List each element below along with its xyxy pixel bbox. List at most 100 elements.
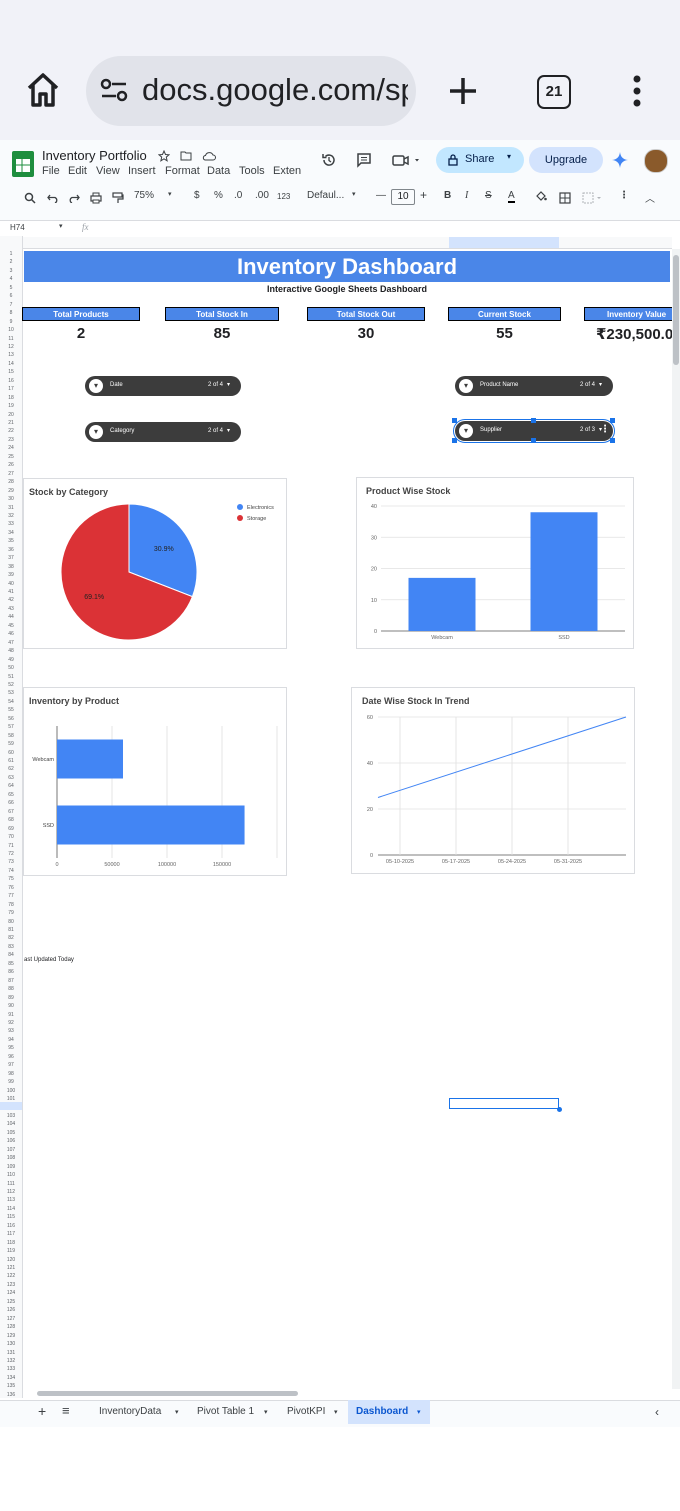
row-number[interactable]: 91	[0, 1012, 22, 1018]
row-number[interactable]: 39	[0, 572, 22, 578]
row-number[interactable]: 128	[0, 1324, 22, 1330]
row-number[interactable]: 51	[0, 674, 22, 680]
row-number[interactable]: 132	[0, 1358, 22, 1364]
row-number[interactable]: 130	[0, 1341, 22, 1347]
row-number[interactable]: 81	[0, 927, 22, 933]
row-number[interactable]: 72	[0, 851, 22, 857]
resize-handle[interactable]	[531, 438, 536, 443]
row-number[interactable]: 80	[0, 919, 22, 925]
row-number[interactable]: 76	[0, 885, 22, 891]
row-number[interactable]: 62	[0, 766, 22, 772]
menu-tools[interactable]: Tools	[239, 165, 265, 177]
row-number[interactable]: 4	[0, 276, 22, 282]
row-number[interactable]: 125	[0, 1299, 22, 1305]
move-folder-icon[interactable]	[180, 151, 192, 161]
row-number[interactable]: 68	[0, 817, 22, 823]
italic-button[interactable]: I	[465, 190, 468, 201]
decrease-decimal-button[interactable]: .0	[234, 190, 242, 201]
row-number[interactable]: 120	[0, 1257, 22, 1263]
row-number[interactable]: 41	[0, 589, 22, 595]
chart-inventory-by-product[interactable]: Inventory by Product 0 50000 100000 150000 W…	[23, 687, 287, 876]
row-number[interactable]: 52	[0, 682, 22, 688]
chart-date-wise-stock-trend[interactable]: Date Wise Stock In Trend 0 20 40 60 05-10-20…	[351, 687, 635, 874]
row-number[interactable]: 89	[0, 995, 22, 1001]
fill-handle[interactable]	[557, 1107, 562, 1112]
row-number[interactable]: 5	[0, 285, 22, 291]
row-number[interactable]: 111	[0, 1181, 22, 1187]
row-number[interactable]: 123	[0, 1282, 22, 1288]
resize-handle[interactable]	[610, 438, 615, 443]
row-number[interactable]: 20	[0, 412, 22, 418]
font-size-decrease-button[interactable]: —	[376, 190, 386, 201]
row-number[interactable]: 8	[0, 310, 22, 316]
gemini-icon[interactable]	[612, 152, 628, 168]
resize-handle[interactable]	[452, 418, 457, 423]
slicer-more-icon[interactable]: ⋮	[600, 424, 610, 435]
row-number[interactable]: 97	[0, 1062, 22, 1068]
row-number[interactable]: 13	[0, 352, 22, 358]
comments-icon[interactable]	[356, 152, 372, 168]
text-color-button[interactable]: A	[508, 190, 515, 203]
vertical-scrollbar[interactable]	[672, 249, 680, 1389]
row-number[interactable]: 63	[0, 775, 22, 781]
row-number[interactable]: 136	[0, 1392, 22, 1398]
row-number[interactable]: 53	[0, 690, 22, 696]
tab-dropdown-icon[interactable]: ▾	[417, 1408, 421, 1416]
row-number[interactable]: 126	[0, 1307, 22, 1313]
zoom-dropdown-icon[interactable]: ▾	[168, 190, 172, 198]
row-number[interactable]: 124	[0, 1290, 22, 1296]
row-number[interactable]: 119	[0, 1248, 22, 1254]
row-number[interactable]: 69	[0, 826, 22, 832]
resize-handle[interactable]	[610, 418, 615, 423]
borders-icon[interactable]	[559, 192, 571, 204]
menu-view[interactable]: View	[96, 165, 120, 177]
more-formats-button[interactable]: 123	[277, 192, 290, 201]
new-tab-icon[interactable]	[447, 75, 479, 107]
row-number[interactable]: 28	[0, 479, 22, 485]
row-number[interactable]: 129	[0, 1333, 22, 1339]
row-number[interactable]: 14	[0, 361, 22, 367]
menu-data[interactable]: Data	[207, 165, 230, 177]
row-number[interactable]: 35	[0, 538, 22, 544]
row-number[interactable]: 83	[0, 944, 22, 950]
row-number[interactable]: 107	[0, 1147, 22, 1153]
row-number[interactable]: 1	[0, 251, 22, 257]
row-number[interactable]: 9	[0, 319, 22, 325]
row-number[interactable]: 6	[0, 293, 22, 299]
row-number[interactable]: 38	[0, 564, 22, 570]
row-number[interactable]: 2	[0, 259, 22, 265]
redo-icon[interactable]	[68, 193, 80, 203]
row-number[interactable]: 106	[0, 1138, 22, 1144]
row-number[interactable]: 85	[0, 961, 22, 967]
row-number[interactable]: 50	[0, 665, 22, 671]
menu-file[interactable]: File	[42, 165, 60, 177]
row-number[interactable]: 33	[0, 521, 22, 527]
slicer-category[interactable]: ▾ Category 2 of 4 ▾	[85, 422, 241, 442]
row-number[interactable]: 17	[0, 386, 22, 392]
row-number[interactable]: 18	[0, 395, 22, 401]
sheets-logo-icon[interactable]	[11, 150, 35, 178]
row-number[interactable]: 113	[0, 1197, 22, 1203]
row-number[interactable]: 30	[0, 496, 22, 502]
more-tools-icon[interactable]: ⋮	[619, 190, 629, 201]
row-number[interactable]: 93	[0, 1028, 22, 1034]
font-size-input[interactable]: 10	[391, 189, 415, 205]
menu-extensions[interactable]: Exten	[273, 165, 301, 177]
row-number[interactable]: 61	[0, 758, 22, 764]
fill-color-icon[interactable]	[535, 190, 547, 202]
chart-product-wise-stock[interactable]: Product Wise Stock 0 10 20 30 40 Webcam SSD	[356, 477, 634, 649]
row-number[interactable]: 64	[0, 783, 22, 789]
row-number[interactable]: 117	[0, 1231, 22, 1237]
row-number[interactable]: 100	[0, 1088, 22, 1094]
row-number[interactable]: 49	[0, 657, 22, 663]
name-box[interactable]: H74	[10, 223, 25, 232]
row-number[interactable]: 65	[0, 792, 22, 798]
resize-handle[interactable]	[452, 438, 457, 443]
row-number[interactable]: 66	[0, 800, 22, 806]
selected-column-header[interactable]	[449, 237, 559, 248]
selected-cell[interactable]	[449, 1098, 559, 1109]
avatar[interactable]	[644, 149, 668, 173]
zoom-select[interactable]: 75%	[134, 190, 154, 201]
sheet-tab-inventorydata[interactable]: InventoryData	[99, 1406, 161, 1417]
row-number[interactable]: 99	[0, 1079, 22, 1085]
